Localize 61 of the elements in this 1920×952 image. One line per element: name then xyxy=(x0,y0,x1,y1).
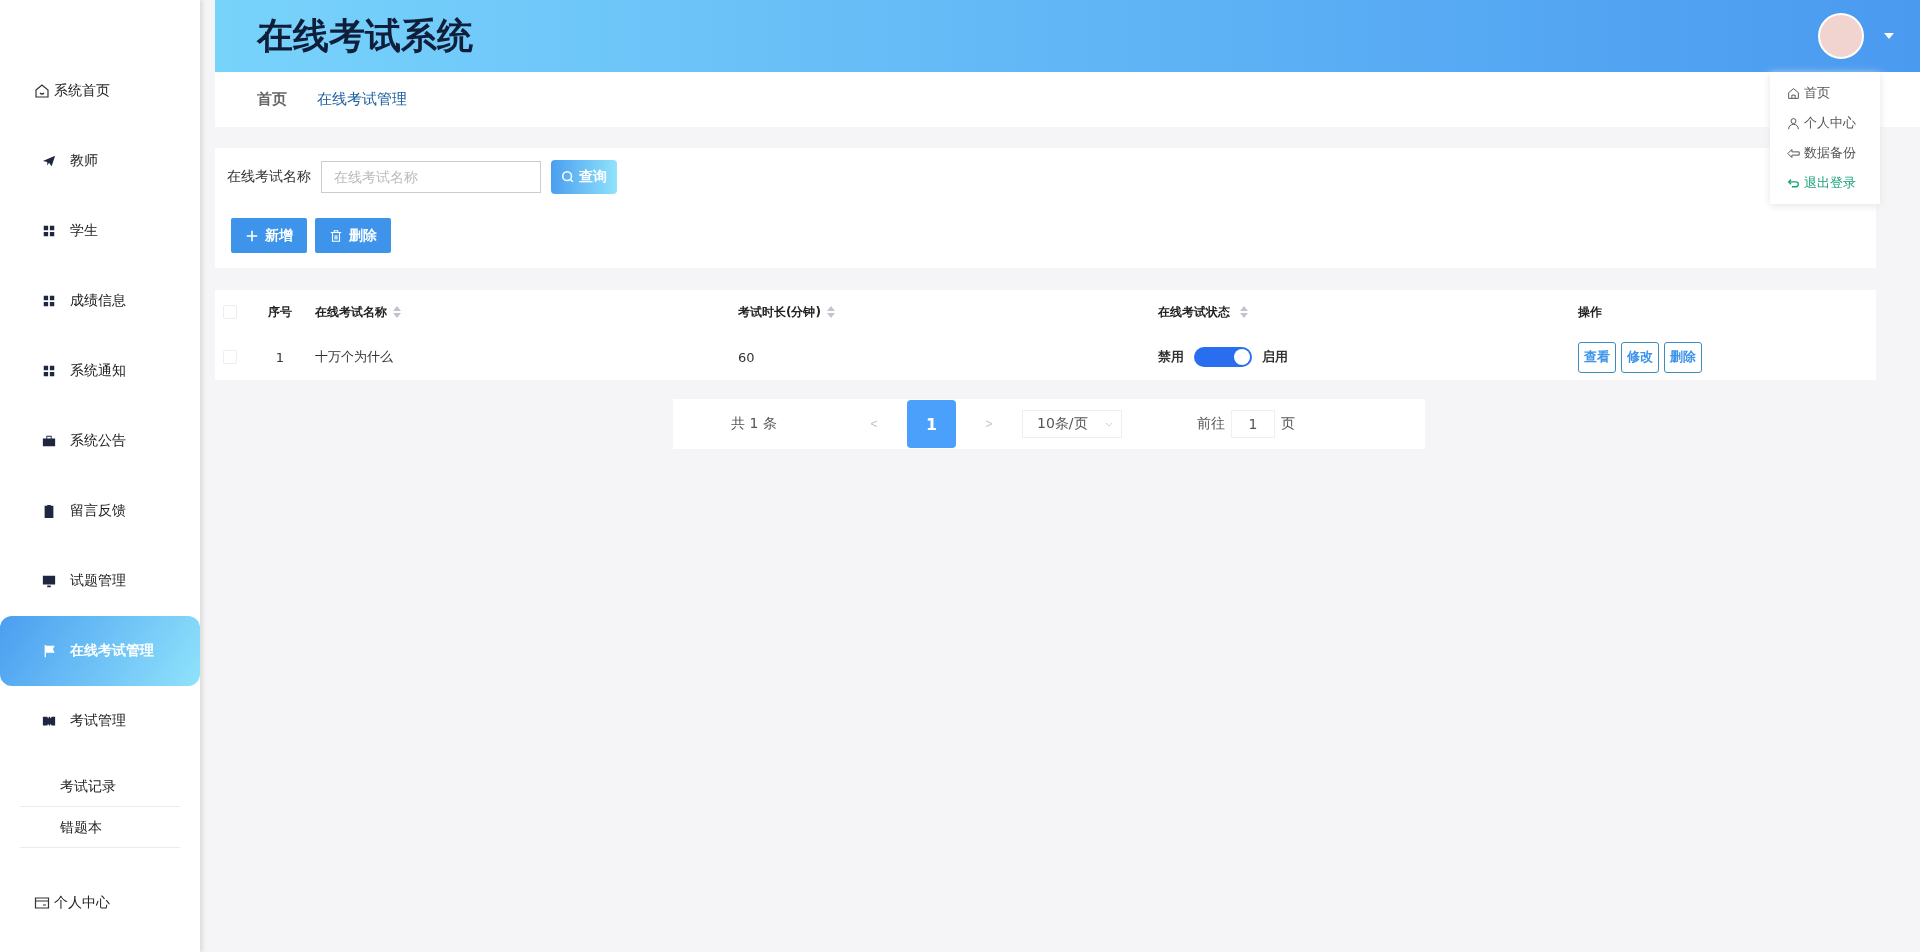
sidebar-item[interactable]: 系统公告 xyxy=(0,406,200,476)
sidebar-item[interactable]: 试题管理 xyxy=(0,546,200,616)
total-count: 共 1 条 xyxy=(731,415,778,433)
toggle-switch[interactable] xyxy=(1194,347,1252,367)
clipboard-icon xyxy=(42,504,56,518)
ticket-icon xyxy=(42,714,56,728)
switch-label: 启用 xyxy=(1262,348,1288,366)
column-header: 操作 xyxy=(1578,303,1602,321)
sort-icon[interactable] xyxy=(826,306,835,318)
sidebar-item[interactable]: 个人中心 xyxy=(0,868,200,938)
grid-icon xyxy=(42,364,56,378)
submenu-item[interactable]: 考试记录 xyxy=(20,766,180,807)
grid-icon xyxy=(42,294,56,308)
monitor-icon xyxy=(42,574,56,588)
sidebar-item[interactable]: 留言反馈 xyxy=(0,476,200,546)
table-cell: 60 xyxy=(738,349,755,365)
breadcrumb-link[interactable]: 在线考试管理 xyxy=(317,90,407,109)
trash-icon xyxy=(329,228,343,243)
user-icon xyxy=(1787,116,1800,130)
page-input[interactable]: 1 xyxy=(1231,410,1275,438)
table-cell: 1 xyxy=(275,349,285,365)
sidebar-item[interactable]: 教师 xyxy=(0,126,200,196)
sidebar-item[interactable]: 学生 xyxy=(0,196,200,266)
goto-label: 前往 xyxy=(1197,415,1225,433)
sidebar-item[interactable]: 系统首页 xyxy=(0,56,200,126)
column-header: 在线考试状态 xyxy=(1158,303,1230,321)
plus-icon xyxy=(245,228,259,243)
column-header: 考试时长(分钟) xyxy=(738,303,821,321)
menu-item[interactable]: 退出登录 xyxy=(1770,168,1880,198)
page-suffix: 页 xyxy=(1281,415,1295,433)
chevron-down-icon xyxy=(1105,421,1113,427)
briefcase-icon xyxy=(42,434,56,448)
arrow-left-icon xyxy=(1787,146,1800,160)
menu-item[interactable]: 数据备份 xyxy=(1770,138,1880,168)
column-header: 在线考试名称 xyxy=(315,303,387,321)
flag-icon xyxy=(42,644,56,658)
card-icon xyxy=(34,895,50,911)
house-icon xyxy=(34,83,50,99)
sort-icon[interactable] xyxy=(393,306,401,318)
avatar[interactable] xyxy=(1818,13,1864,59)
return-arrow-icon xyxy=(1787,176,1800,190)
submenu-item[interactable]: 错题本 xyxy=(20,807,180,848)
sidebar-item[interactable]: 成绩信息 xyxy=(0,266,200,336)
table-cell: 十万个为什么 xyxy=(315,348,393,366)
search-icon xyxy=(561,170,575,184)
breadcrumb-link[interactable]: 首页 xyxy=(257,90,287,109)
grid-icon xyxy=(42,224,56,238)
sidebar-item[interactable]: 考试管理 xyxy=(0,686,200,756)
menu-item[interactable]: 首页 xyxy=(1770,78,1880,108)
sidebar-item[interactable]: 系统通知 xyxy=(0,336,200,406)
house-icon xyxy=(1787,86,1800,100)
search-field[interactable]: 在线考试名称 xyxy=(321,161,541,193)
paper-plane-icon xyxy=(42,154,56,168)
page-size-select[interactable]: 10条/页 xyxy=(1022,410,1122,438)
sort-icon[interactable] xyxy=(1240,306,1248,318)
column-header: 序号 xyxy=(268,303,292,321)
search-label: 在线考试名称 xyxy=(227,168,311,186)
app-title: 在线考试系统 xyxy=(257,13,474,58)
menu-item[interactable]: 个人中心 xyxy=(1770,108,1880,138)
switch-label: 禁用 xyxy=(1158,348,1184,366)
caret-icon[interactable] xyxy=(1884,33,1894,39)
